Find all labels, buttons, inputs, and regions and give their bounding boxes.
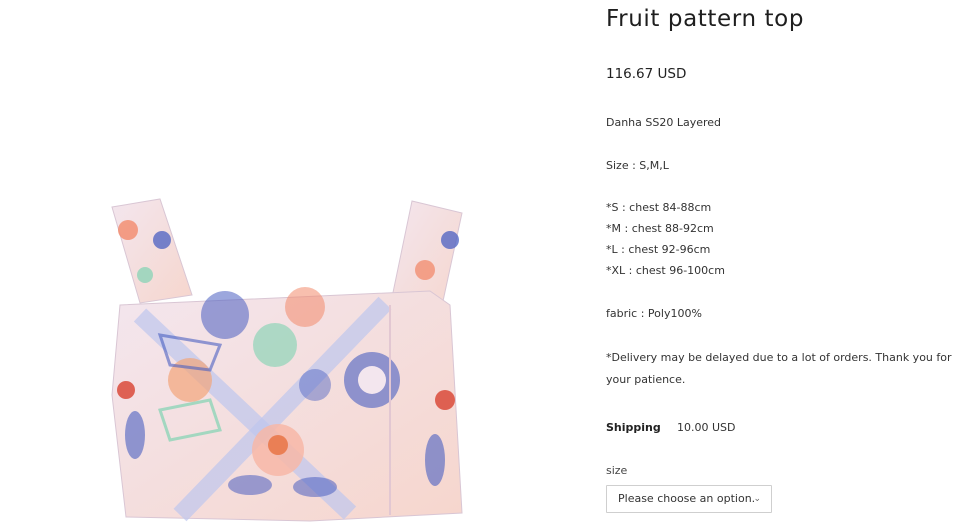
product-sizes: Size : S,M,L (606, 159, 669, 172)
product-image (111, 198, 463, 522)
size-select-placeholder: Please choose an option. (618, 492, 756, 505)
size-select-label: size (606, 464, 628, 477)
delivery-notice: *Delivery may be delayed due to a lot of… (606, 351, 952, 386)
size-chart-m: *M : chest 88-92cm (606, 222, 714, 235)
product-fabric: fabric : Poly100% (606, 307, 702, 320)
size-chart-s: *S : chest 84-88cm (606, 201, 712, 214)
size-chart-l: *L : chest 92-96cm (606, 243, 711, 256)
chevron-down-icon: ⌄ (753, 494, 761, 504)
size-chart-xl: *XL : chest 96-100cm (606, 264, 725, 277)
shipping-value: 10.00 USD (677, 421, 736, 434)
size-select[interactable]: Please choose an option. ⌄ (606, 485, 772, 513)
product-collection: Danha SS20 Layered (606, 116, 722, 129)
product-image-area (0, 0, 580, 523)
product-price: 116.67 USD (606, 66, 687, 82)
product-title: Fruit pattern top (606, 6, 805, 32)
shipping-label: Shipping (606, 421, 661, 434)
